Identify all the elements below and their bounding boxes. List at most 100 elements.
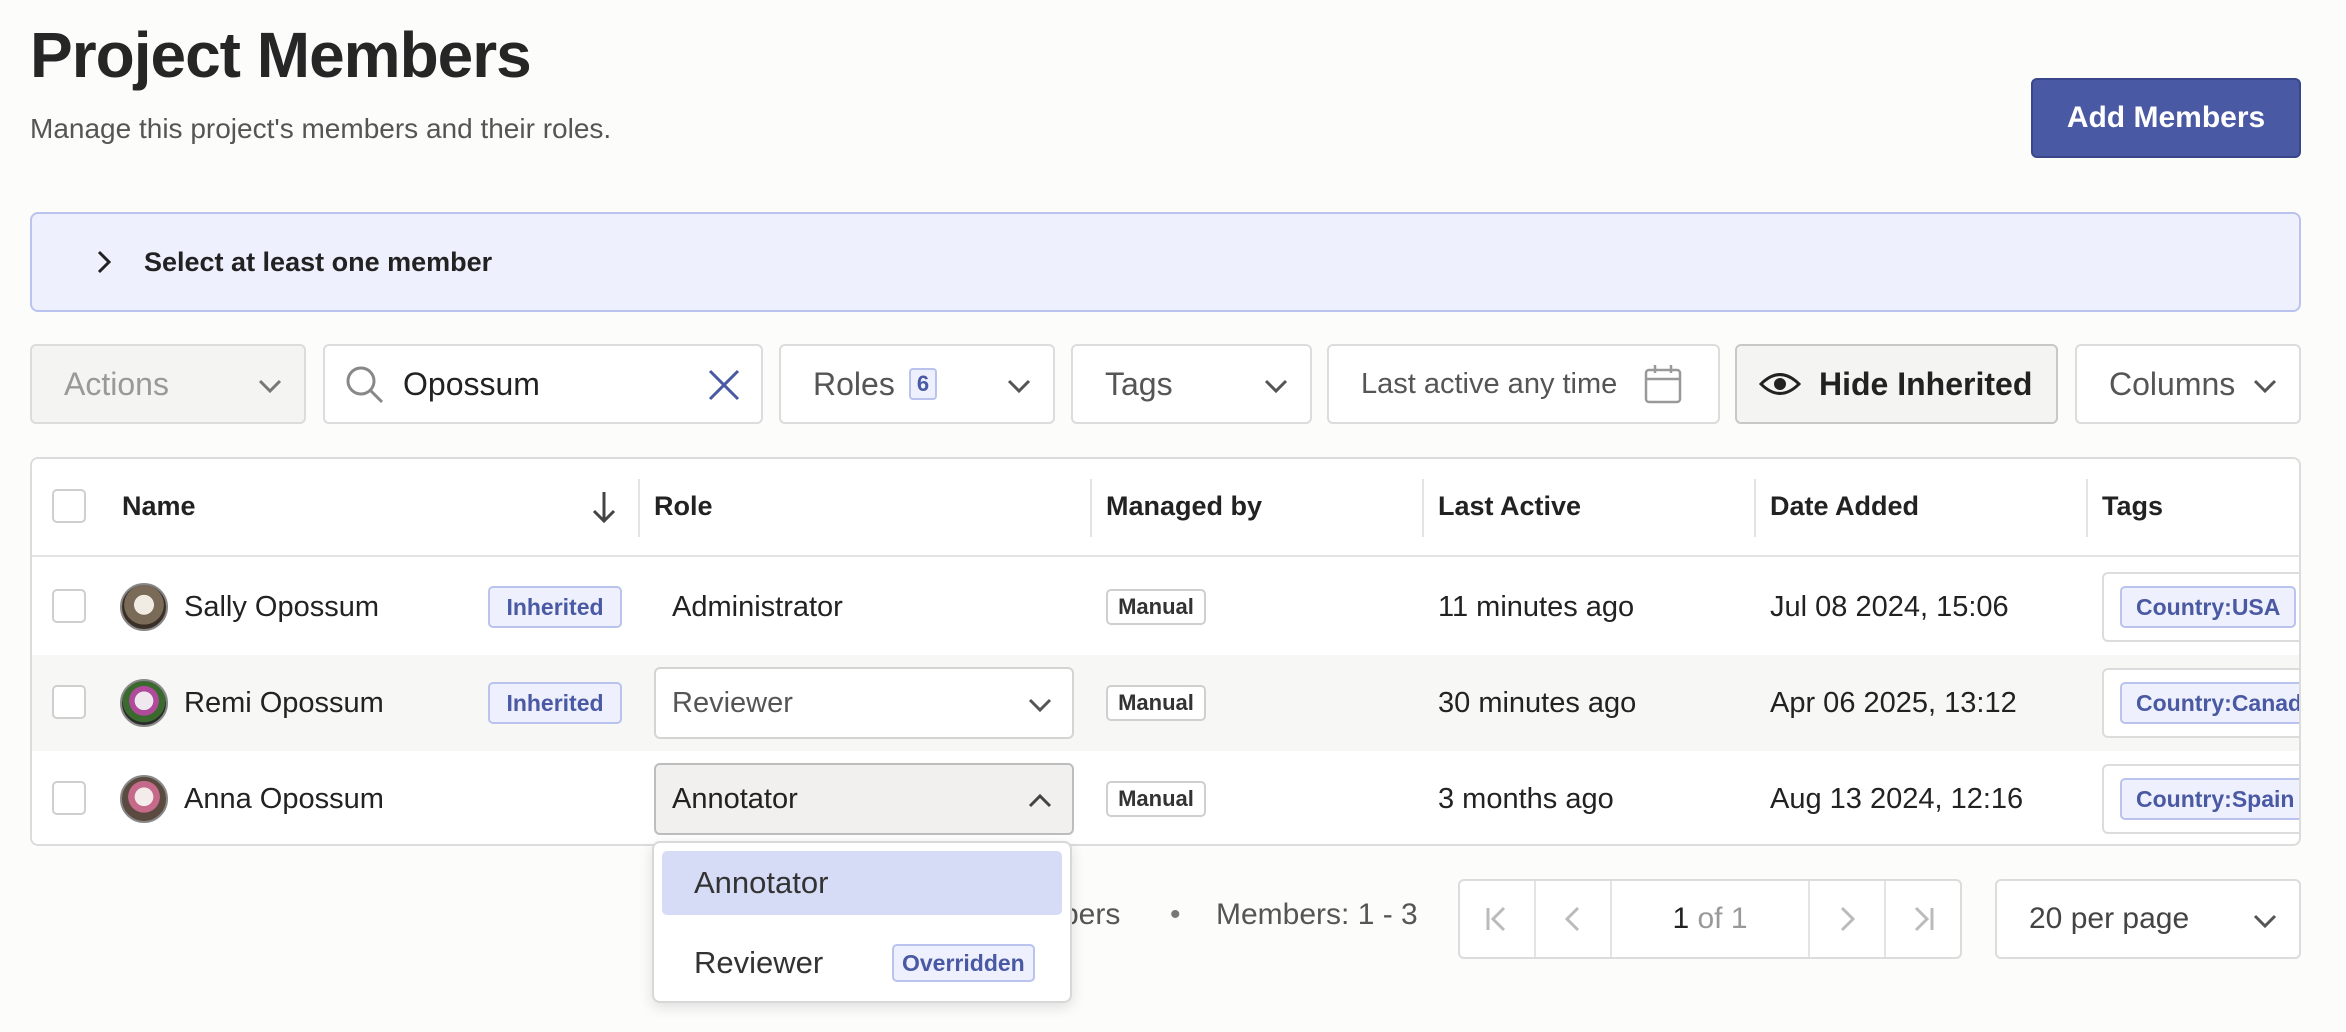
member-name: Anna Opossum xyxy=(184,783,384,815)
hide-inherited-toggle[interactable]: Hide Inherited xyxy=(1735,344,2058,424)
last-active-value: 11 minutes ago xyxy=(1438,591,1635,623)
menu-item-label: Reviewer xyxy=(694,945,824,980)
role-select[interactable]: Reviewer xyxy=(654,667,1074,739)
tag-chip: Country:USA xyxy=(2120,586,2297,628)
sort-arrow-down-icon[interactable] xyxy=(590,489,618,525)
actions-label: Actions xyxy=(64,365,169,402)
avatar xyxy=(120,583,168,631)
chevron-down-icon xyxy=(2253,914,2277,929)
hide-inherited-label: Hide Inherited xyxy=(1819,365,2033,402)
pagination: 1 of 1 xyxy=(1458,879,1962,959)
page-title: Project Members xyxy=(30,19,532,91)
row-checkbox[interactable] xyxy=(52,685,86,719)
page-indicator: 1 of 1 xyxy=(1612,881,1808,957)
notice-text: Select at least one member xyxy=(144,246,493,277)
role-select-value: Reviewer xyxy=(672,686,793,719)
search-icon xyxy=(346,366,384,404)
date-added-value: Apr 06 2025, 13:12 xyxy=(1770,687,2017,719)
member-name: Remi Opossum xyxy=(184,687,384,719)
footer-bullet: • xyxy=(1170,898,1181,931)
member-name: Sally Opossum xyxy=(184,591,380,623)
managed-by-badge: Manual xyxy=(1106,685,1206,721)
roles-label: Roles xyxy=(813,365,895,402)
avatar xyxy=(120,679,168,727)
table-header: Name Role Managed by Last Active Date Ad… xyxy=(32,459,2299,557)
column-header-date-added[interactable]: Date Added xyxy=(1770,491,1919,522)
row-checkbox[interactable] xyxy=(52,589,86,623)
chevron-down-icon xyxy=(258,379,282,394)
per-page-select[interactable]: 20 per page xyxy=(1995,879,2301,959)
actions-dropdown[interactable]: Actions xyxy=(30,344,306,424)
selection-notice[interactable]: Select at least one member xyxy=(30,212,2301,312)
avatar xyxy=(120,775,168,823)
column-separator[interactable] xyxy=(1422,479,1424,537)
chevron-down-icon xyxy=(1028,698,1052,713)
overridden-badge: Overridden xyxy=(892,944,1035,982)
calendar-icon xyxy=(1644,365,1682,404)
members-table: Name Role Managed by Last Active Date Ad… xyxy=(30,457,2301,846)
table-row[interactable]: Anna Opossum Annotator Manual 3 months a… xyxy=(32,751,2299,844)
tags-cell: Country:Spain xyxy=(2102,764,2299,834)
chevron-right-icon xyxy=(1840,906,1856,932)
menu-item-annotator[interactable]: Annotator xyxy=(662,851,1062,915)
managed-by-badge: Manual xyxy=(1106,589,1206,625)
column-header-managed-by[interactable]: Managed by xyxy=(1106,491,1262,522)
search-input[interactable]: Opossum xyxy=(323,344,763,424)
tags-filter[interactable]: Tags xyxy=(1071,344,1312,424)
column-header-tags[interactable]: Tags xyxy=(2102,491,2163,522)
menu-item-label: Annotator xyxy=(694,865,829,900)
role-text: Administrator xyxy=(672,591,843,623)
last-active-value: 3 months ago xyxy=(1438,783,1614,815)
tags-cell: Country:Canada xyxy=(2102,668,2299,738)
chevron-down-icon xyxy=(2253,379,2277,394)
inherited-badge: Inherited xyxy=(488,682,622,724)
roles-count-badge: 6 xyxy=(908,368,938,400)
chevron-down-icon xyxy=(1264,379,1288,394)
chevron-down-icon xyxy=(1007,379,1031,394)
last-active-value: 30 minutes ago xyxy=(1438,687,1637,719)
column-header-name[interactable]: Name xyxy=(122,491,196,522)
table-row[interactable]: Sally Opossum Inherited Administrator Ma… xyxy=(32,559,2299,655)
next-page-button[interactable] xyxy=(1810,881,1884,957)
table-row[interactable]: Remi Opossum Inherited Reviewer Manual 3… xyxy=(32,655,2299,751)
columns-label: Columns xyxy=(2109,365,2236,402)
page-subtitle: Manage this project's members and their … xyxy=(30,113,612,144)
last-page-button[interactable] xyxy=(1886,881,1960,957)
total-pages: of 1 xyxy=(1697,902,1748,935)
chevron-left-icon xyxy=(1564,906,1580,932)
chevron-up-icon xyxy=(1028,793,1052,808)
row-checkbox[interactable] xyxy=(52,781,86,815)
last-active-label: Last active any time xyxy=(1361,367,1618,400)
columns-dropdown[interactable]: Columns xyxy=(2075,344,2301,424)
select-all-checkbox[interactable] xyxy=(52,489,86,523)
first-page-icon xyxy=(1486,906,1506,932)
eye-icon xyxy=(1759,373,1801,395)
tag-chip: Country:Spain xyxy=(2120,778,2299,820)
last-active-filter[interactable]: Last active any time xyxy=(1327,344,1720,424)
roles-filter[interactable]: Roles 6 xyxy=(779,344,1055,424)
column-header-role[interactable]: Role xyxy=(654,491,713,522)
column-separator[interactable] xyxy=(1754,479,1756,537)
managed-by-badge: Manual xyxy=(1106,781,1206,817)
tag-chip: Country:Canada xyxy=(2120,682,2299,724)
column-separator[interactable] xyxy=(1090,479,1092,537)
search-value: Opossum xyxy=(403,365,540,402)
inherited-badge: Inherited xyxy=(488,586,622,628)
add-members-button[interactable]: Add Members xyxy=(2031,78,2301,158)
first-page-button[interactable] xyxy=(1460,881,1534,957)
tags-cell: Country:USA xyxy=(2102,572,2299,642)
chevron-right-icon[interactable] xyxy=(84,242,124,282)
menu-item-reviewer[interactable]: Reviewer Overridden xyxy=(662,931,1062,995)
column-separator[interactable] xyxy=(2086,479,2088,537)
column-header-last-active[interactable]: Last Active xyxy=(1438,491,1581,522)
tags-label: Tags xyxy=(1105,365,1173,402)
role-select-value: Annotator xyxy=(672,782,798,815)
role-select[interactable]: Annotator xyxy=(654,763,1074,835)
clear-icon[interactable] xyxy=(707,368,741,402)
date-added-value: Aug 13 2024, 12:16 xyxy=(1770,783,2024,815)
date-added-value: Jul 08 2024, 15:06 xyxy=(1770,591,2009,623)
members-range-text: Members: 1 - 3 xyxy=(1216,898,1418,931)
prev-page-button[interactable] xyxy=(1536,881,1610,957)
column-separator[interactable] xyxy=(638,479,640,537)
role-dropdown-menu: Annotator Reviewer Overridden xyxy=(652,841,1072,1003)
